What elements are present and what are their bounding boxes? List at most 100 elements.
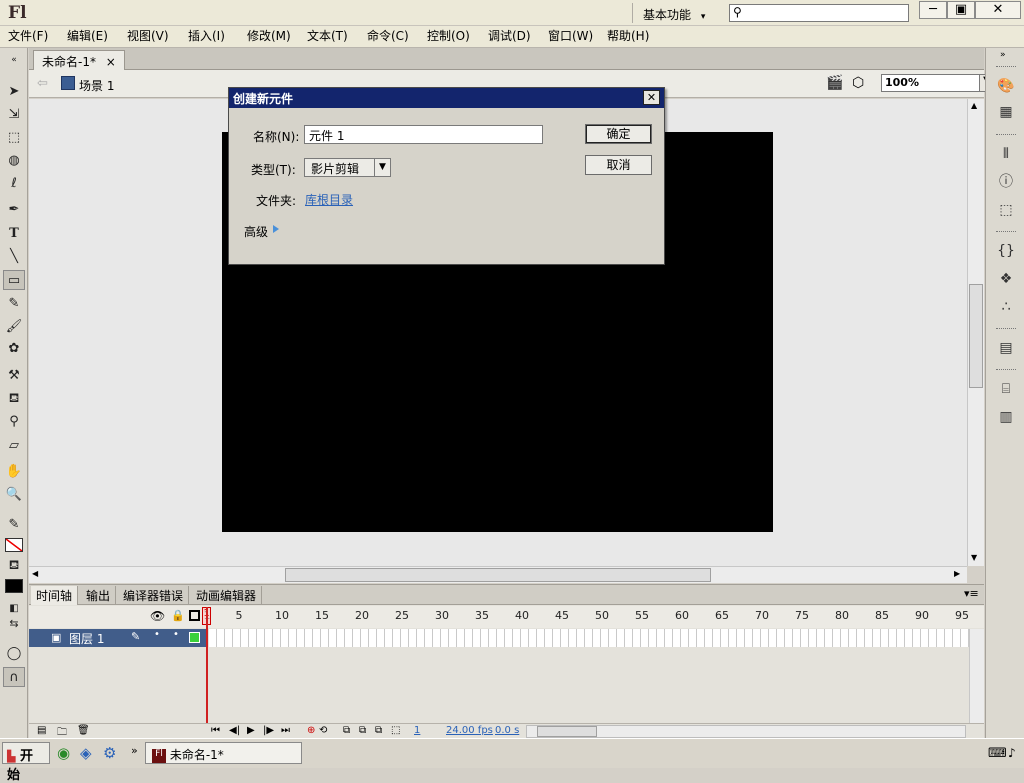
scroll-up-icon[interactable]: ▲ xyxy=(971,101,977,110)
current-frame-value[interactable]: 1 xyxy=(414,725,420,736)
swap-colors-icon[interactable]: ⇆ xyxy=(3,614,25,634)
close-window-button[interactable]: ✕ xyxy=(975,1,1021,19)
rectangle-tool-icon[interactable]: ▭ xyxy=(3,270,25,290)
menu-debug[interactable]: 调试(D) xyxy=(488,27,531,45)
edit-multiple-frames-icon[interactable]: ⧉ xyxy=(375,725,382,736)
ok-button[interactable]: 确定 xyxy=(585,124,652,144)
free-transform-tool-icon[interactable]: ⬚ xyxy=(3,128,25,148)
library-panel-icon[interactable]: ▤ xyxy=(996,338,1016,358)
tab-timeline[interactable]: 时间轴 xyxy=(31,586,79,605)
zoom-input[interactable]: 100% xyxy=(881,74,981,92)
fill-color-swatch[interactable] xyxy=(5,579,23,593)
eraser-tool-icon[interactable]: ▱ xyxy=(3,436,25,456)
scroll-left-icon[interactable]: ◀ xyxy=(32,569,38,578)
fill-color-icon[interactable]: ⛾ xyxy=(3,556,25,576)
expand-panels-icon[interactable]: » xyxy=(1000,50,1006,60)
magnet-icon[interactable]: ∩ xyxy=(3,667,25,687)
pen-tool-icon[interactable]: ✒ xyxy=(3,200,25,220)
settings-gear-icon[interactable]: ⚙ xyxy=(103,744,116,762)
info-panel-icon[interactable]: ⓘ xyxy=(996,172,1016,192)
stage-vertical-scrollbar[interactable]: ▲ ▼ xyxy=(967,99,984,566)
eyedropper-tool-icon[interactable]: ⚲ xyxy=(3,412,25,432)
play-icon[interactable]: ▶ xyxy=(247,725,255,736)
panel-group-grip[interactable] xyxy=(996,134,1016,137)
lasso-tool-icon[interactable]: ℓ xyxy=(3,174,25,194)
project-panel-icon[interactable]: ⌸ xyxy=(996,379,1016,399)
motion-presets-icon[interactable]: ∴ xyxy=(996,297,1016,317)
frame-cells[interactable] xyxy=(209,629,969,647)
hand-tool-icon[interactable]: ✋ xyxy=(3,462,25,482)
more-icon[interactable]: » xyxy=(131,744,138,757)
library-root-link[interactable]: 库根目录 xyxy=(305,191,353,208)
delete-layer-icon[interactable]: 🗑 xyxy=(77,725,90,736)
panel-menu-icon[interactable]: ▾≡ xyxy=(964,587,979,600)
deco-tool-icon[interactable]: ✿ xyxy=(3,339,25,359)
align-panel-icon[interactable]: ⫴ xyxy=(996,144,1016,164)
first-frame-icon[interactable]: ⏮ xyxy=(211,725,220,736)
code-snippets-icon[interactable]: {} xyxy=(996,241,1016,261)
step-forward-icon[interactable]: |▶ xyxy=(263,725,274,736)
minimize-button[interactable]: ─ xyxy=(919,1,947,19)
scroll-right-icon[interactable]: ▶ xyxy=(954,569,960,578)
last-frame-icon[interactable]: ⏭ xyxy=(281,725,290,736)
swatches-panel-icon[interactable]: ▦ xyxy=(996,102,1016,122)
movie-explorer-icon[interactable]: ▥ xyxy=(996,407,1016,427)
lock-icon[interactable]: 🔒 xyxy=(171,609,185,622)
stroke-color-swatch[interactable] xyxy=(5,538,23,552)
restore-button[interactable]: ▣ xyxy=(947,1,975,19)
onion-skin-icon[interactable]: ⧉ xyxy=(343,725,350,736)
quick-launch-icon[interactable]: ◈ xyxy=(80,744,92,762)
menu-view[interactable]: 视图(V) xyxy=(127,27,169,45)
media-player-icon[interactable]: ◉ xyxy=(57,744,70,762)
tab-motion-editor[interactable]: 动画编辑器 xyxy=(191,586,263,605)
lock-dot[interactable]: • xyxy=(173,629,179,640)
components-panel-icon[interactable]: ❖ xyxy=(996,269,1016,289)
cancel-button[interactable]: 取消 xyxy=(585,155,652,175)
layer-outline-color[interactable] xyxy=(189,632,200,643)
panel-group-grip[interactable] xyxy=(996,231,1016,234)
step-back-icon[interactable]: ◀| xyxy=(229,725,240,736)
zoom-tool-icon[interactable]: 🔍 xyxy=(3,485,25,505)
symbol-type-select[interactable]: 影片剪辑 ▼ xyxy=(304,158,391,177)
close-tab-icon[interactable]: × xyxy=(106,55,116,69)
menu-window[interactable]: 窗口(W) xyxy=(548,27,593,45)
keyboard-icon[interactable]: ⌨ xyxy=(988,746,1007,761)
document-tab[interactable]: 未命名-1* × xyxy=(33,50,125,70)
scrollbar-thumb[interactable] xyxy=(537,726,597,737)
text-tool-icon[interactable]: T xyxy=(3,224,25,244)
menu-help[interactable]: 帮助(H) xyxy=(607,27,649,45)
loop-icon[interactable]: ⟲ xyxy=(319,725,327,736)
panel-group-grip[interactable] xyxy=(996,66,1016,69)
pencil-tool-icon[interactable]: ✎ xyxy=(3,294,25,314)
3d-rotation-tool-icon[interactable]: ◍ xyxy=(3,151,25,171)
transform-panel-icon[interactable]: ⬚ xyxy=(996,200,1016,220)
scrollbar-thumb[interactable] xyxy=(969,284,983,388)
collapse-toolbar-icon[interactable]: « xyxy=(3,50,25,70)
advanced-toggle[interactable]: 高级 xyxy=(244,223,268,240)
menu-modify[interactable]: 修改(M) xyxy=(247,27,291,45)
onion-skin-outlines-icon[interactable]: ⧉ xyxy=(359,725,366,736)
dialog-close-button[interactable]: ✕ xyxy=(643,90,660,105)
new-layer-icon[interactable]: ▤ xyxy=(37,725,46,736)
fps-value[interactable]: 24.00 fps xyxy=(446,725,493,736)
brush-tool-icon[interactable]: 🖌 xyxy=(3,317,25,337)
modify-markers-icon[interactable]: ⬚ xyxy=(391,725,400,736)
menu-control[interactable]: 控制(O) xyxy=(427,27,470,45)
selection-tool-icon[interactable]: ➤ xyxy=(3,82,25,102)
line-tool-icon[interactable]: ╲ xyxy=(3,247,25,267)
menu-file[interactable]: 文件(F) xyxy=(8,27,48,45)
layer-row[interactable]: ▣ 图层 1 ✎ • • xyxy=(29,629,207,647)
show-hide-icon[interactable]: 👁 xyxy=(150,609,165,623)
paint-bucket-tool-icon[interactable]: ⛾ xyxy=(3,389,25,409)
bone-tool-icon[interactable]: ⚒ xyxy=(3,366,25,386)
back-arrow-icon[interactable]: ⇦ xyxy=(37,76,48,91)
timeline-horizontal-scrollbar[interactable] xyxy=(526,725,966,738)
subselection-tool-icon[interactable]: ⇲ xyxy=(3,105,25,125)
menu-insert[interactable]: 插入(I) xyxy=(188,27,225,45)
menu-text[interactable]: 文本(T) xyxy=(307,27,348,45)
panel-group-grip[interactable] xyxy=(996,328,1016,331)
stage-horizontal-scrollbar[interactable]: ◀ ▶ xyxy=(29,566,967,583)
visibility-dot[interactable]: • xyxy=(154,629,160,640)
color-panel-icon[interactable]: 🎨 xyxy=(996,76,1016,96)
workspace-switcher[interactable]: 基本功能 ▾ xyxy=(632,3,712,23)
